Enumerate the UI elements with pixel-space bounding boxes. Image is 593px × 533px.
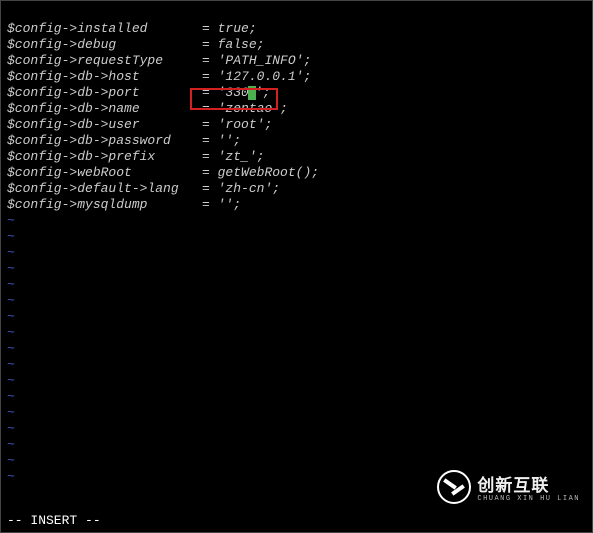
- watermark-logo-icon: [437, 470, 471, 504]
- code-line[interactable]: $config->db->name = 'zentao';: [7, 101, 586, 117]
- code-line[interactable]: $config->db->prefix = 'zt_';: [7, 149, 586, 165]
- vim-empty-line-tilde: ~: [7, 405, 586, 421]
- vim-empty-line-tilde: ~: [7, 357, 586, 373]
- code-line[interactable]: $config->db->user = 'root';: [7, 117, 586, 133]
- code-line[interactable]: $config->mysqldump = '';: [7, 197, 586, 213]
- vim-empty-line-tilde: ~: [7, 389, 586, 405]
- code-line[interactable]: $config->db->password = '';: [7, 133, 586, 149]
- terminal-editor[interactable]: $config->installed = true;$config->debug…: [1, 1, 592, 489]
- code-line[interactable]: $config->webRoot = getWebRoot();: [7, 165, 586, 181]
- code-line[interactable]: $config->db->port = '330';: [7, 85, 586, 101]
- code-line[interactable]: [7, 5, 586, 21]
- vim-empty-line-tilde: ~: [7, 421, 586, 437]
- watermark-brand-en: CHUANG XIN HU LIAN: [477, 495, 580, 503]
- code-line[interactable]: $config->installed = true;: [7, 21, 586, 37]
- watermark-brand-cn: 创新互联: [477, 471, 580, 497]
- code-line[interactable]: $config->debug = false;: [7, 37, 586, 53]
- code-line[interactable]: $config->db->host = '127.0.0.1';: [7, 69, 586, 85]
- vim-mode-line: -- INSERT --: [7, 513, 101, 528]
- vim-empty-line-tilde: ~: [7, 213, 586, 229]
- vim-empty-line-tilde: ~: [7, 261, 586, 277]
- vim-empty-line-tilde: ~: [7, 373, 586, 389]
- code-line[interactable]: $config->requestType = 'PATH_INFO';: [7, 53, 586, 69]
- vim-empty-line-tilde: ~: [7, 277, 586, 293]
- vim-empty-line-tilde: ~: [7, 245, 586, 261]
- code-line[interactable]: $config->default->lang = 'zh-cn';: [7, 181, 586, 197]
- vim-empty-line-tilde: ~: [7, 229, 586, 245]
- text-cursor: [248, 86, 256, 100]
- watermark: 创新互联 CHUANG XIN HU LIAN: [437, 470, 580, 504]
- vim-empty-line-tilde: ~: [7, 341, 586, 357]
- vim-empty-line-tilde: ~: [7, 293, 586, 309]
- vim-empty-line-tilde: ~: [7, 309, 586, 325]
- vim-empty-line-tilde: ~: [7, 325, 586, 341]
- vim-empty-line-tilde: ~: [7, 437, 586, 453]
- vim-empty-line-tilde: ~: [7, 453, 586, 469]
